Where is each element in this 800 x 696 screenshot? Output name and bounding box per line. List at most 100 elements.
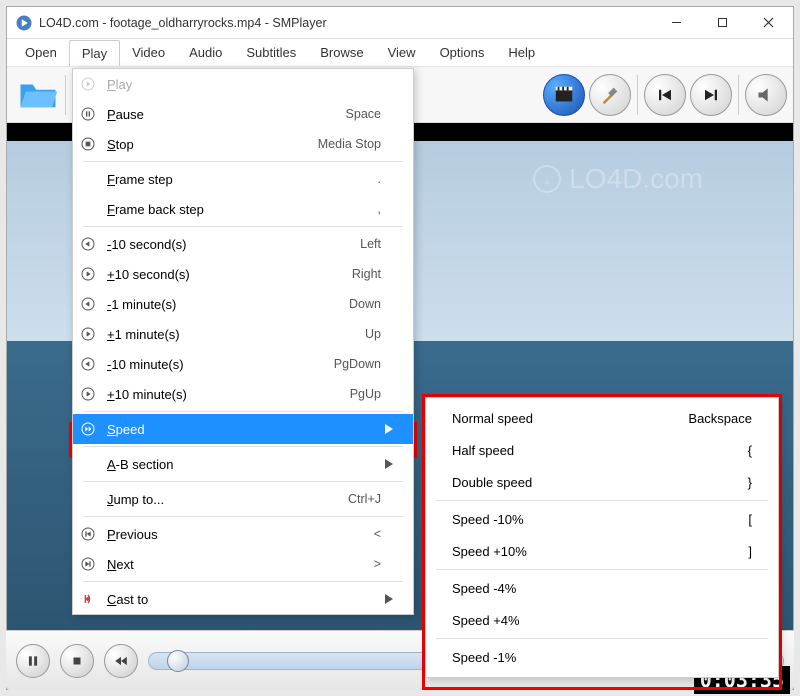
menu-item-shortcut: Down (349, 297, 381, 311)
submenu-item-double-speed[interactable]: Double speed} (426, 466, 778, 498)
menu-item-label: Cast to (103, 592, 381, 607)
submenu-item-shortcut: ] (748, 544, 752, 559)
menu-separator (436, 569, 768, 570)
menu-item-stop[interactable]: StopMedia Stop (73, 129, 413, 159)
menu-item-label: Pause (103, 107, 346, 122)
menubar-item-options[interactable]: Options (428, 40, 497, 65)
menu-item-a-b-section[interactable]: A-B section (73, 449, 413, 479)
menu-separator (83, 581, 403, 582)
seek-back-icon (73, 296, 103, 312)
menu-item-shortcut: Space (346, 107, 381, 121)
prev-icon (73, 526, 103, 542)
menubar-item-play[interactable]: Play (69, 40, 120, 66)
submenu-arrow-icon (381, 459, 397, 469)
menu-item-shortcut: Ctrl+J (348, 492, 381, 506)
menu-item-cast-to[interactable]: Cast to (73, 584, 413, 614)
titlebar: LO4D.com - footage_oldharryrocks.mp4 - S… (7, 7, 793, 39)
menu-item-shortcut: Media Stop (318, 137, 381, 151)
menu-item-shortcut: Right (352, 267, 381, 281)
pause-button[interactable] (16, 644, 50, 678)
submenu-item-normal-speed[interactable]: Normal speedBackspace (426, 402, 778, 434)
menu-item-pause[interactable]: PauseSpace (73, 99, 413, 129)
submenu-arrow-icon (381, 424, 397, 434)
menubar-item-video[interactable]: Video (120, 40, 177, 65)
menu-item-frame-step[interactable]: Frame step. (73, 164, 413, 194)
seek-fwd-icon (73, 266, 103, 282)
seek-back-icon (73, 356, 103, 372)
stop-button[interactable] (60, 644, 94, 678)
toolbar-separator (738, 75, 739, 115)
open-folder-icon[interactable] (17, 74, 59, 116)
menu-item-next[interactable]: Next> (73, 549, 413, 579)
menu-item-previous[interactable]: Previous< (73, 519, 413, 549)
close-button[interactable] (745, 8, 791, 38)
volume-button[interactable] (745, 74, 787, 116)
next-track-button[interactable] (690, 74, 732, 116)
menu-item-label: -1 minute(s) (103, 297, 349, 312)
minimize-button[interactable] (653, 8, 699, 38)
submenu-item-speed-4-[interactable]: Speed +4% (426, 604, 778, 636)
menu-item-shortcut: PgDown (334, 357, 381, 371)
seek-fwd-icon (73, 326, 103, 342)
menubar-item-audio[interactable]: Audio (177, 40, 234, 65)
menubar-item-browse[interactable]: Browse (308, 40, 375, 65)
submenu-item-label: Double speed (452, 475, 748, 490)
menu-item-shortcut: Up (365, 327, 381, 341)
menu-item-speed[interactable]: Speed (73, 414, 413, 444)
submenu-item-speed-10-[interactable]: Speed -10%[ (426, 503, 778, 535)
menubar-item-view[interactable]: View (376, 40, 428, 65)
tools-button[interactable] (589, 74, 631, 116)
menu-item--1-minute-s-[interactable]: -1 minute(s)Down (73, 289, 413, 319)
speed-submenu: Normal speedBackspaceHalf speed{Double s… (425, 397, 779, 678)
menu-separator (83, 411, 403, 412)
video-button[interactable] (543, 74, 585, 116)
watermark: ↓LO4D.com (533, 163, 703, 195)
menu-item-label: Previous (103, 527, 374, 542)
menu-item-jump-to-[interactable]: Jump to...Ctrl+J (73, 484, 413, 514)
submenu-item-label: Speed -1% (452, 650, 752, 665)
menubar-item-subtitles[interactable]: Subtitles (234, 40, 308, 65)
menu-item-frame-back-step[interactable]: Frame back step, (73, 194, 413, 224)
menu-item--10-second-s-[interactable]: -10 second(s)Left (73, 229, 413, 259)
menu-item-label: -10 second(s) (103, 237, 360, 252)
menu-item-label: Frame step (103, 172, 378, 187)
play-icon (73, 76, 103, 92)
toolbar-separator (65, 75, 66, 115)
submenu-item-half-speed[interactable]: Half speed{ (426, 434, 778, 466)
menu-item-shortcut: > (374, 557, 381, 571)
menu-item--10-minute-s-[interactable]: +10 minute(s)PgUp (73, 379, 413, 409)
menubar-item-open[interactable]: Open (13, 40, 69, 65)
submenu-item-label: Normal speed (452, 411, 688, 426)
menu-item-label: +1 minute(s) (103, 327, 365, 342)
window-title: LO4D.com - footage_oldharryrocks.mp4 - S… (39, 16, 653, 30)
toolbar-separator (637, 75, 638, 115)
menu-item-label: Play (103, 77, 381, 92)
menu-item-label: +10 minute(s) (103, 387, 350, 402)
maximize-button[interactable] (699, 8, 745, 38)
menu-separator (83, 226, 403, 227)
submenu-item-shortcut: } (748, 475, 752, 490)
menu-item--1-minute-s-[interactable]: +1 minute(s)Up (73, 319, 413, 349)
stop-icon (73, 136, 103, 152)
menu-item--10-minute-s-[interactable]: -10 minute(s)PgDown (73, 349, 413, 379)
next-icon (73, 556, 103, 572)
menubar-item-help[interactable]: Help (496, 40, 547, 65)
submenu-item-speed-1-[interactable]: Speed -1% (426, 641, 778, 673)
submenu-item-label: Speed -10% (452, 512, 748, 527)
menu-item-shortcut: < (374, 527, 381, 541)
seek-thumb[interactable] (167, 650, 189, 672)
submenu-item-shortcut: [ (748, 512, 752, 527)
submenu-item-speed-10-[interactable]: Speed +10%] (426, 535, 778, 567)
rewind-button[interactable] (104, 644, 138, 678)
menu-item--10-second-s-[interactable]: +10 second(s)Right (73, 259, 413, 289)
pause-icon (73, 106, 103, 122)
menu-item-label: +10 second(s) (103, 267, 352, 282)
seek-fwd-icon (73, 386, 103, 402)
submenu-item-label: Speed +10% (452, 544, 748, 559)
submenu-item-speed-4-[interactable]: Speed -4% (426, 572, 778, 604)
submenu-item-shortcut: { (748, 443, 752, 458)
menu-separator (83, 161, 403, 162)
prev-track-button[interactable] (644, 74, 686, 116)
menu-item-shortcut: PgUp (350, 387, 381, 401)
menu-separator (436, 500, 768, 501)
